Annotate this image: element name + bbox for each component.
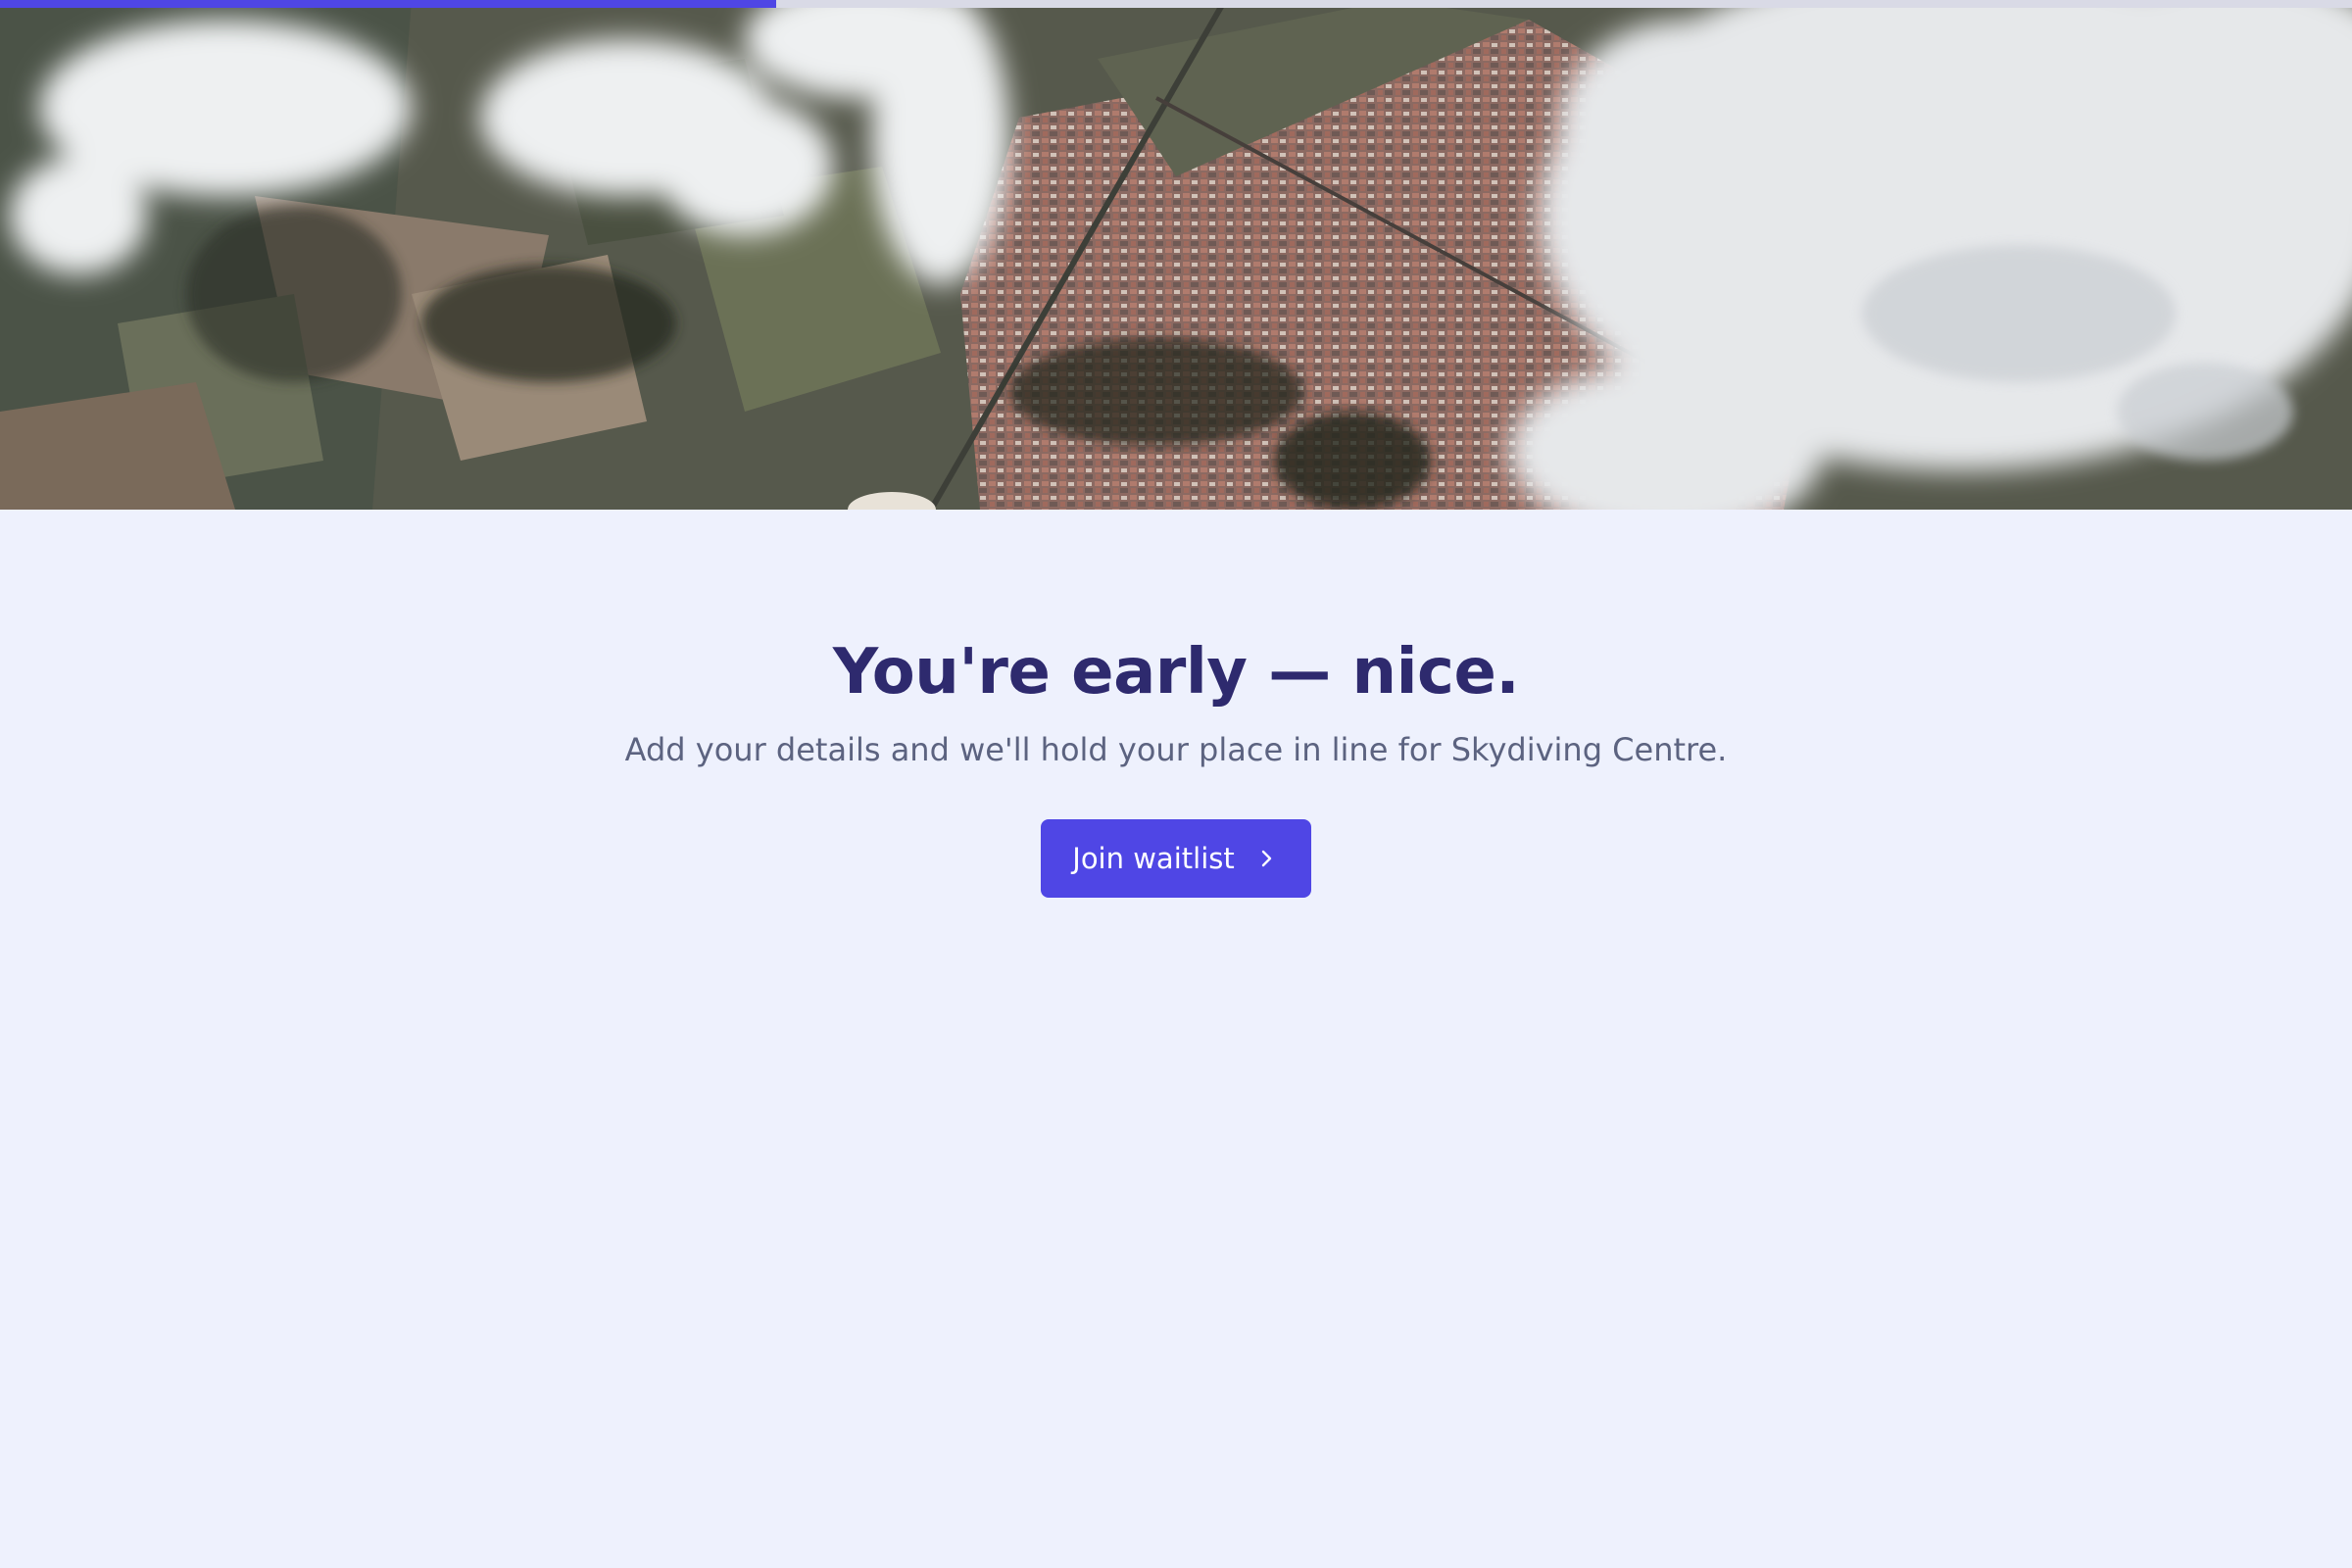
aerial-landscape-illustration bbox=[0, 0, 2352, 510]
main-content: You're early — nice. Add your details an… bbox=[0, 510, 2352, 899]
page-subtitle: Add your details and we'll hold your pla… bbox=[624, 730, 1728, 768]
join-waitlist-label: Join waitlist bbox=[1072, 842, 1235, 876]
page-title: You're early — nice. bbox=[832, 636, 1520, 709]
join-waitlist-button[interactable]: Join waitlist bbox=[1041, 819, 1311, 899]
progress-bar-fill bbox=[0, 0, 776, 8]
progress-bar bbox=[0, 0, 2352, 8]
hero-aerial-image bbox=[0, 0, 2352, 510]
chevron-right-icon bbox=[1261, 851, 1271, 867]
